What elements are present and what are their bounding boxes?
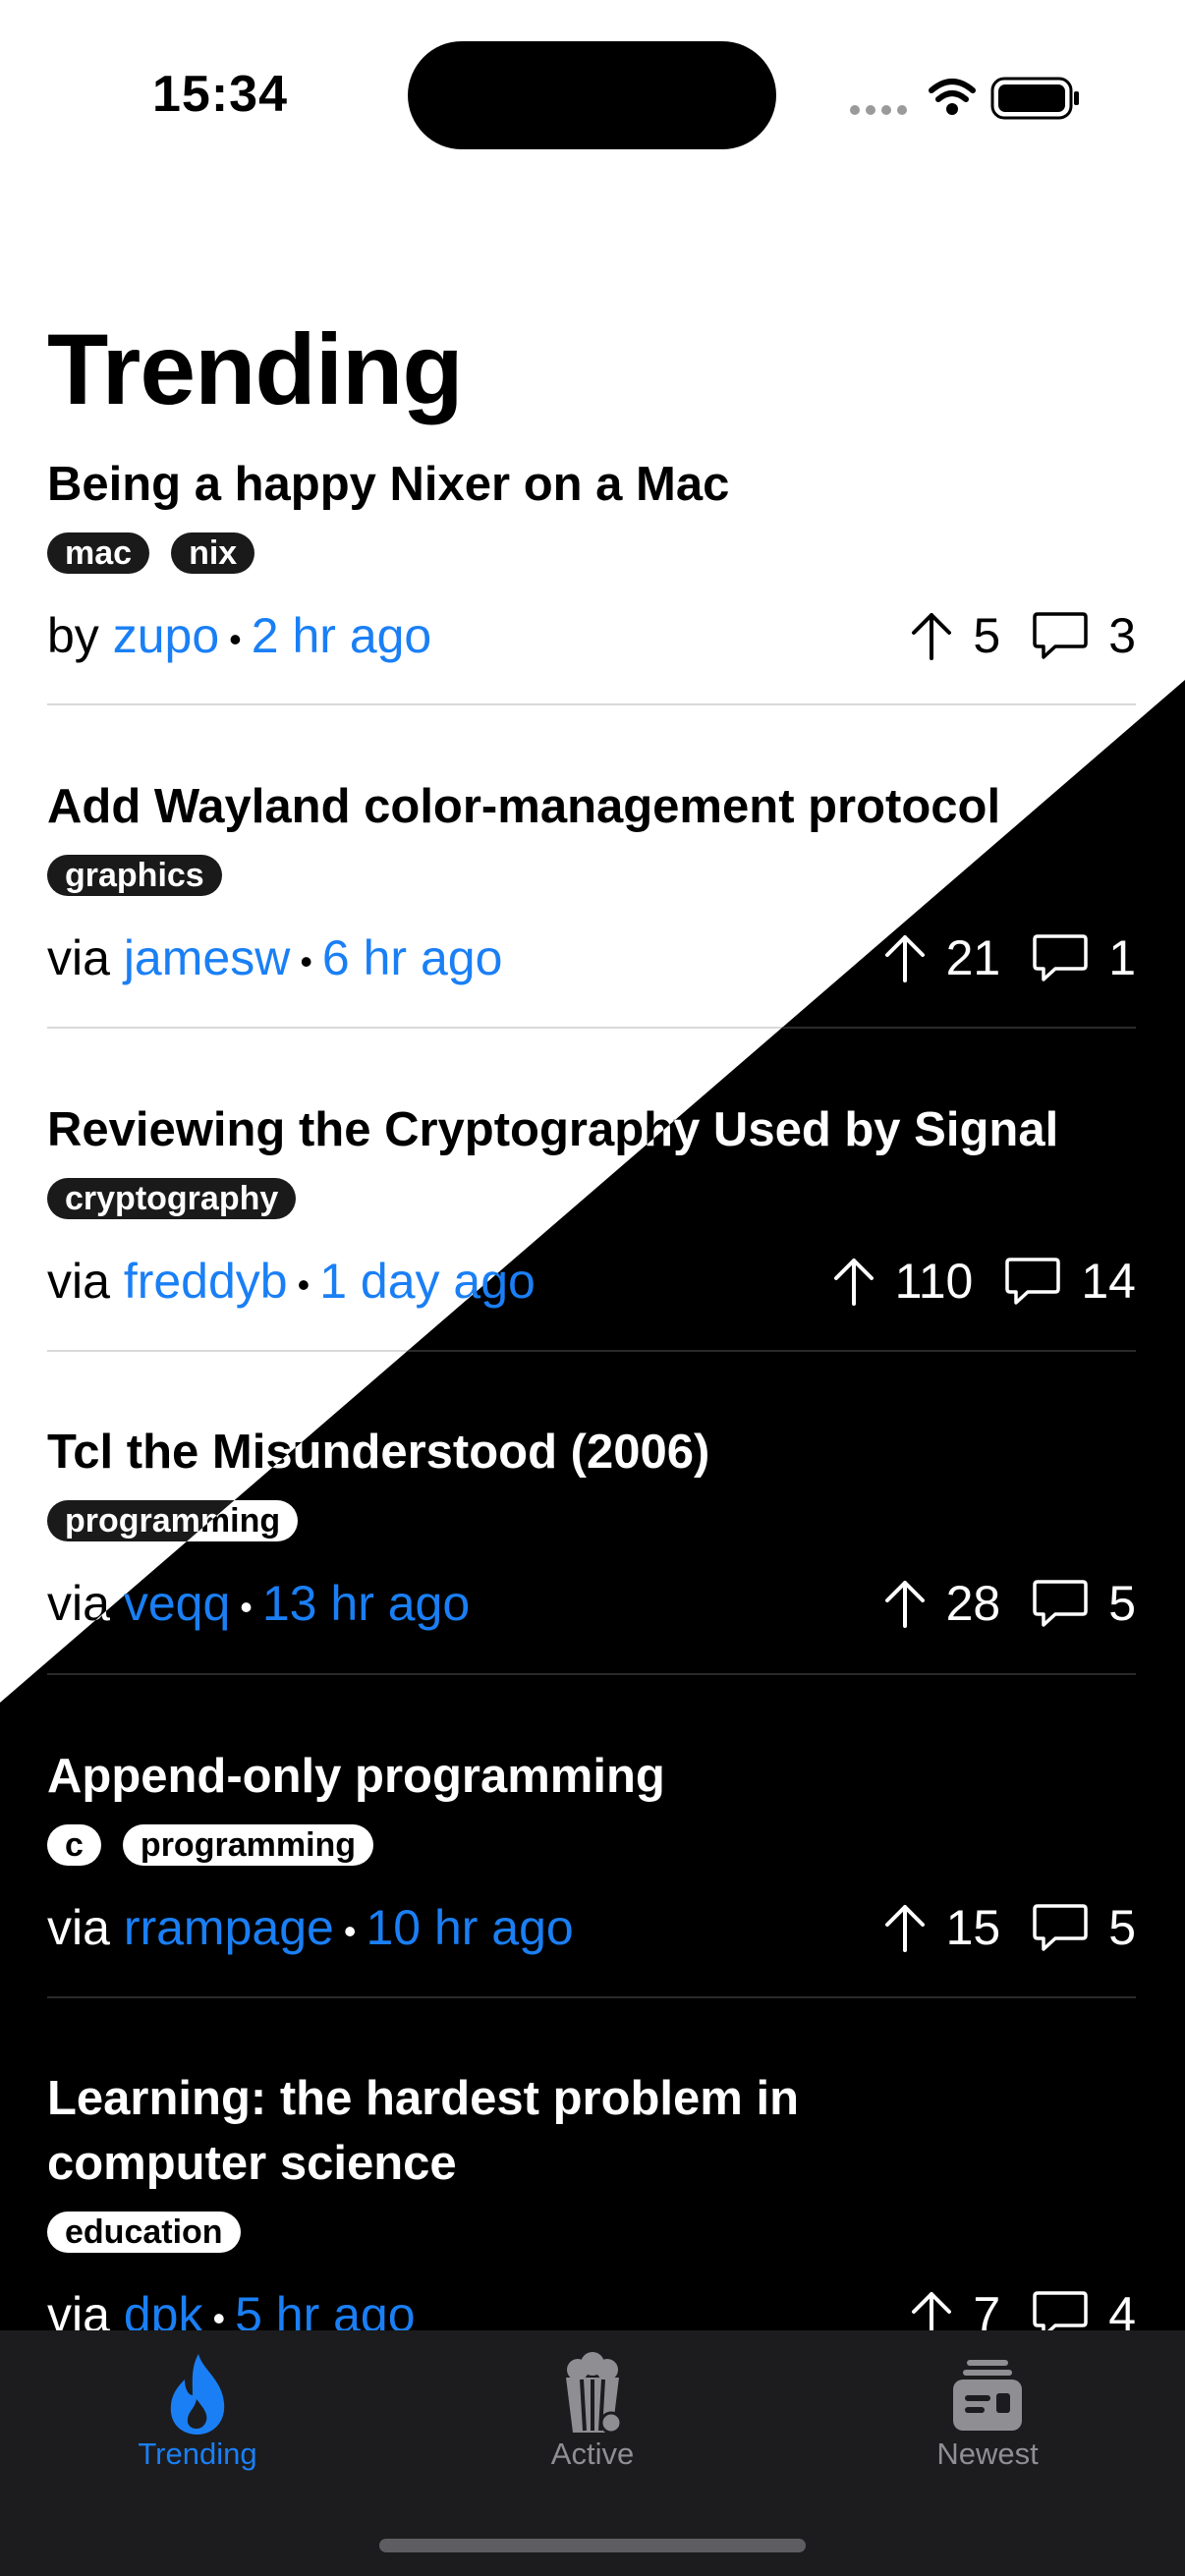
status-icons (847, 69, 1083, 126)
vote-count: 5 (973, 608, 1001, 663)
tag-badge[interactable]: mac (47, 532, 150, 574)
row-divider (47, 703, 1136, 705)
tag-badge[interactable]: c (47, 1824, 101, 1866)
separator-dot: • (343, 1910, 357, 1951)
popcorn-icon (558, 2350, 627, 2438)
time-link[interactable]: 10 hr ago (366, 1900, 573, 1955)
submitter-link[interactable]: jamesw (124, 930, 290, 985)
row-divider (47, 1996, 1136, 1998)
submitter-link[interactable]: freddyb (124, 1254, 288, 1309)
home-indicator (379, 2539, 806, 2552)
tag-list: education (47, 2212, 1136, 2255)
submitter-prefix: by (47, 608, 99, 663)
comment-icon[interactable] (1032, 932, 1089, 983)
vote-count: 21 (945, 930, 1001, 985)
comment-icon[interactable] (1032, 610, 1089, 661)
story-title[interactable]: Append-only programming (47, 1744, 1136, 1809)
submitter-link[interactable]: rrampage (124, 1900, 334, 1955)
time-link[interactable]: 13 hr ago (262, 1576, 470, 1631)
dynamic-island (408, 41, 776, 149)
tag-badge[interactable]: education (47, 2212, 241, 2253)
separator-dot: • (297, 1263, 310, 1305)
status-time: 15:34 (152, 66, 288, 123)
story-item[interactable]: Append-only programming c programming via r… (47, 1744, 1136, 1962)
time-link[interactable]: 6 hr ago (322, 930, 502, 985)
story-title[interactable]: Being a happy Nixer on a Mac (47, 452, 1136, 517)
tab-label-trending: Trending (138, 2436, 257, 2471)
vote-count: 110 (894, 1254, 974, 1309)
tag-badge[interactable]: graphics (47, 855, 222, 896)
comment-count: 5 (1108, 1900, 1136, 1955)
comment-icon[interactable] (1004, 1256, 1061, 1307)
separator-dot: • (229, 618, 242, 659)
tab-label-newest: Newest (936, 2436, 1039, 2471)
time-link[interactable]: 2 hr ago (252, 608, 431, 663)
tag-list: c programming (47, 1824, 1136, 1868)
comment-count: 5 (1108, 1576, 1136, 1631)
story-meta: via veqq•13 hr ago285 (47, 1569, 1136, 1638)
page-title: Trending (47, 313, 464, 425)
vote-count: 15 (945, 1900, 1001, 1955)
story-meta: by zupo•2 hr ago 5 3 (47, 601, 1136, 670)
comment-count: 3 (1108, 608, 1136, 663)
signal-wifi-battery-icon (850, 77, 1079, 120)
separator-dot: • (240, 1586, 253, 1627)
comment-count: 1 (1108, 930, 1136, 985)
upvote-icon[interactable] (883, 1901, 927, 1954)
tag-badge[interactable]: cryptography (47, 1178, 297, 1219)
story-item[interactable]: Learning: the hardest problem in compute… (47, 2066, 1136, 2349)
comment-icon[interactable] (1032, 1902, 1089, 1953)
upvote-icon[interactable] (832, 1255, 875, 1308)
tag-list: macnix (47, 532, 1136, 576)
story-item[interactable]: Being a happy Nixer on a Mac macnix by zup… (47, 452, 1136, 670)
flame-icon (163, 2350, 232, 2438)
tab-label-active: Active (550, 2436, 635, 2471)
row-divider (47, 1673, 1136, 1675)
comment-count: 14 (1081, 1254, 1136, 1309)
submitter-link[interactable]: zupo (113, 608, 219, 663)
story-title[interactable]: Learning: the hardest problem in compute… (47, 2066, 931, 2196)
tag-badge[interactable]: nix (171, 532, 255, 574)
comment-icon[interactable] (1032, 1578, 1089, 1629)
submitter-prefix: via (47, 1900, 110, 1955)
submitter-link[interactable]: veqq (124, 1576, 230, 1631)
upvote-icon[interactable] (883, 1577, 927, 1630)
newspaper-icon (953, 2350, 1022, 2438)
tag-badge[interactable]: programming (122, 1824, 374, 1866)
submitter-prefix: via (47, 1254, 110, 1309)
story-meta: via rrampage•10 hr ago 15 5 (47, 1893, 1136, 1962)
vote-count: 28 (945, 1576, 1001, 1631)
submitter-prefix: via (47, 930, 110, 985)
story-title[interactable]: Add Wayland color-management protocol (47, 774, 1136, 839)
separator-dot: • (300, 940, 312, 981)
upvote-icon[interactable] (910, 609, 953, 662)
upvote-icon[interactable] (883, 931, 927, 984)
